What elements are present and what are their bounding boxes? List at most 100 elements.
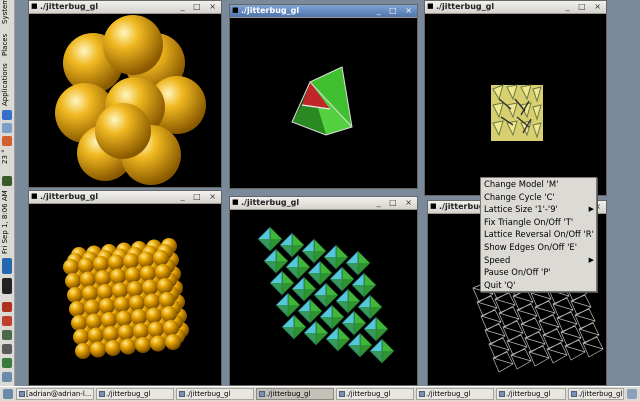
left-vertical-panel: System Places Applications 23 ° Fri Sep … xyxy=(0,0,15,386)
window-control-buttons[interactable]: _ □ × xyxy=(566,2,604,11)
panel-clock[interactable]: Fri Sep 1, 8:06 AM xyxy=(1,188,9,254)
window-icon xyxy=(571,391,577,397)
menu-item-lattice-size[interactable]: Lattice Size '1'-'9' ▶ xyxy=(481,203,596,216)
lattice-sphere xyxy=(95,270,111,286)
taskbar-item-jitterbug-2[interactable]: ./jitterbug_gl xyxy=(176,388,254,400)
menu-item-label: Change Cycle 'C' xyxy=(484,191,555,202)
window-control-buttons[interactable]: _ □ × xyxy=(181,2,219,11)
taskbar-item-label: ./jitterbug_gl xyxy=(506,390,551,398)
workspace-switcher-icon[interactable] xyxy=(2,258,12,274)
app-launcher-icon[interactable] xyxy=(2,358,12,368)
lattice-sphere xyxy=(88,327,104,344)
window-menu-icon[interactable]: ■ xyxy=(430,203,437,210)
lattice-octahedron xyxy=(347,332,373,358)
taskbar-item-jitterbug-6[interactable]: ./jitterbug_gl xyxy=(496,388,566,400)
lattice-sphere xyxy=(78,257,94,274)
menu-item-pause[interactable]: Pause On/Off 'P' xyxy=(481,266,596,279)
trash-icon[interactable] xyxy=(2,330,12,340)
logout-icon[interactable] xyxy=(2,316,12,326)
gl-canvas-octahedron[interactable] xyxy=(230,17,417,188)
menu-item-label: Fix Triangle On/Off 'T' xyxy=(484,216,574,227)
panel-menu-system[interactable]: System xyxy=(1,0,9,24)
submenu-arrow-icon: ▶ xyxy=(588,205,594,214)
lattice-sphere xyxy=(153,250,169,266)
lattice-sphere xyxy=(99,298,115,314)
taskbar-item-jitterbug-7[interactable]: ./jitterbug_gl xyxy=(568,388,624,400)
menu-item-change-cycle[interactable]: Change Cycle 'C' xyxy=(481,191,596,204)
lattice-octahedron xyxy=(281,314,307,340)
window-title: ./jitterbug_gl xyxy=(40,2,99,11)
taskbar-item-jitterbug-5[interactable]: ./jitterbug_gl xyxy=(416,388,494,400)
lattice-sphere xyxy=(159,292,175,308)
menu-item-label: Quit 'Q' xyxy=(484,279,516,290)
menu-item-label: Lattice Size '1'-'9' xyxy=(484,204,558,215)
context-menu[interactable]: Change Model 'M' Change Cycle 'C' Lattic… xyxy=(480,177,597,292)
panel-menu-places[interactable]: Places xyxy=(1,30,9,56)
gl-canvas-octahedra-lattice[interactable] xyxy=(230,209,417,385)
lattice-octahedron xyxy=(345,250,371,276)
lattice-sphere xyxy=(73,329,89,345)
window-menu-icon[interactable]: ■ xyxy=(232,199,239,206)
menu-item-fix-triangle[interactable]: Fix Triangle On/Off 'T' xyxy=(481,216,596,229)
show-desktop-icon[interactable] xyxy=(2,372,12,382)
window-control-buttons[interactable]: _ □ × xyxy=(181,192,219,201)
show-desktop-icon[interactable] xyxy=(3,389,13,399)
lattice-octahedron xyxy=(313,282,339,308)
gl-canvas-spheres-large[interactable] xyxy=(29,13,221,187)
lattice-sphere xyxy=(84,299,100,316)
taskbar-item-label: ./jitterbug_gl xyxy=(186,390,231,398)
spheres-lattice-render xyxy=(63,238,189,359)
gl-canvas-small-lattice[interactable] xyxy=(425,13,606,195)
window-menu-icon[interactable]: ■ xyxy=(31,3,38,10)
jitterbug-window-5[interactable]: ■ ./jitterbug_gl _ □ × xyxy=(229,196,418,386)
lattice-sphere xyxy=(123,253,139,269)
lattice-sphere xyxy=(63,259,79,275)
lattice-sphere xyxy=(105,340,121,356)
mail-icon[interactable] xyxy=(2,123,12,133)
window-menu-icon[interactable]: ■ xyxy=(427,3,434,10)
lattice-sphere xyxy=(144,293,160,310)
panel-menu-applications[interactable]: Applications xyxy=(1,60,9,106)
menu-item-quit[interactable]: Quit 'Q' xyxy=(481,279,596,292)
menu-item-label: Change Model 'M' xyxy=(484,179,559,189)
help-icon[interactable] xyxy=(2,136,12,146)
lattice-sphere xyxy=(131,309,147,325)
window-control-buttons[interactable]: _ □ × xyxy=(377,6,415,15)
gl-canvas-spheres-lattice[interactable] xyxy=(29,203,221,385)
trash-icon[interactable] xyxy=(627,389,637,399)
lattice-octahedron xyxy=(329,266,355,292)
lattice-octahedron xyxy=(275,292,301,318)
lattice-octahedron xyxy=(351,272,377,298)
jitterbug-window-3[interactable]: ■ ./jitterbug_gl _ □ × xyxy=(424,0,607,196)
lock-icon[interactable] xyxy=(2,344,12,354)
sphere xyxy=(95,103,151,159)
window-menu-icon[interactable]: ■ xyxy=(232,7,239,14)
taskbar-item-label: ./jitterbug_gl xyxy=(346,390,391,398)
octahedron-render xyxy=(291,66,353,136)
window-title: ./jitterbug_gl xyxy=(40,192,99,201)
window-control-buttons[interactable]: _ □ × xyxy=(377,198,415,207)
weather-temp: 23 ° xyxy=(1,149,9,164)
lattice-sphere xyxy=(133,323,149,339)
taskbar-item-jitterbug-1[interactable]: ./jitterbug_gl xyxy=(96,388,174,400)
browser-icon[interactable] xyxy=(2,110,12,120)
taskbar-item-jitterbug-3[interactable]: ./jitterbug_gl xyxy=(256,388,334,400)
lattice-sphere xyxy=(112,282,128,299)
lattice-sphere xyxy=(71,315,87,331)
jitterbug-window-1[interactable]: ■ ./jitterbug_gl _ □ × xyxy=(28,0,222,188)
menu-item-speed[interactable]: Speed ▶ xyxy=(481,254,596,267)
window-icon xyxy=(179,391,185,397)
power-icon[interactable] xyxy=(2,302,12,312)
menu-item-lattice-reversal[interactable]: Lattice Reversal On/Off 'R' xyxy=(481,228,596,241)
lattice-octahedron xyxy=(363,316,389,342)
window-menu-icon[interactable]: ■ xyxy=(31,193,38,200)
jitterbug-window-2[interactable]: ■ ./jitterbug_gl _ □ × xyxy=(229,4,418,189)
lattice-sphere xyxy=(161,306,177,322)
menu-item-change-model[interactable]: Change Model 'M' xyxy=(481,178,596,191)
terminal-icon[interactable] xyxy=(2,278,12,294)
taskbar-item-terminal[interactable]: [adrian@adrian-l... xyxy=(16,388,94,400)
lattice-octahedron xyxy=(257,226,283,252)
taskbar-item-jitterbug-4[interactable]: ./jitterbug_gl xyxy=(336,388,414,400)
jitterbug-window-4[interactable]: ■ ./jitterbug_gl _ □ × xyxy=(28,190,222,386)
menu-item-show-edges[interactable]: Show Edges On/Off 'E' xyxy=(481,241,596,254)
